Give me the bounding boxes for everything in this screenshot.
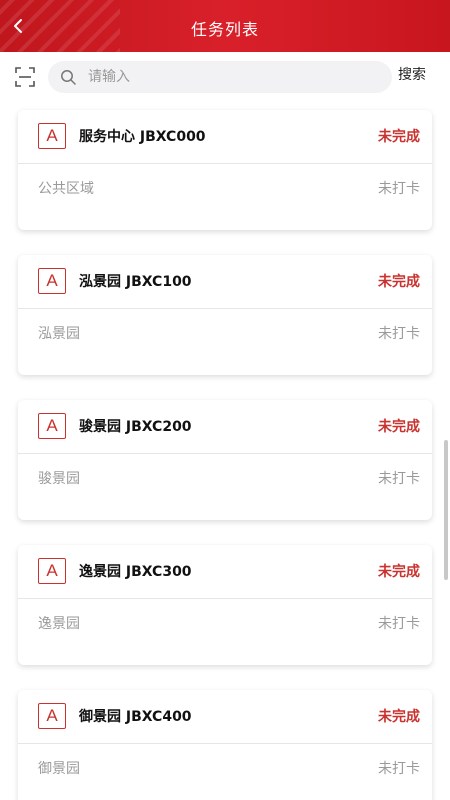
task-status: 未完成	[378, 564, 420, 580]
task-area: 公共区域	[38, 181, 94, 197]
task-name: 泓景园 JBXC100	[79, 274, 192, 290]
checkin-status: 未打卡	[378, 471, 420, 487]
page-title: 任务列表	[190, 20, 259, 39]
task-card-header: A 御景园 JBXC400 未完成	[18, 690, 432, 744]
task-area: 御景园	[38, 761, 80, 777]
task-card-header: A 骏景园 JBXC200 未完成	[18, 400, 432, 454]
task-name: 御景园 JBXC400	[79, 709, 192, 725]
level-badge: A	[38, 123, 66, 149]
checkin-status: 未打卡	[378, 326, 420, 342]
task-status: 未完成	[378, 419, 420, 435]
task-card[interactable]: A 逸景园 JBXC300 未完成 逸景园 未打卡	[18, 545, 432, 665]
search-box	[48, 61, 392, 93]
task-name: 服务中心 JBXC000	[79, 129, 206, 145]
task-status: 未完成	[378, 129, 420, 145]
scan-button[interactable]	[14, 66, 36, 88]
task-card-header: A 逸景园 JBXC300 未完成	[18, 545, 432, 599]
checkin-status: 未打卡	[378, 616, 420, 632]
scan-icon	[15, 67, 35, 87]
scrollbar[interactable]	[444, 440, 448, 580]
level-badge: A	[38, 558, 66, 584]
checkin-status: 未打卡	[378, 181, 420, 197]
level-badge: A	[38, 703, 66, 729]
level-badge: A	[38, 413, 66, 439]
task-area: 逸景园	[38, 616, 80, 632]
search-bar: 搜索	[0, 58, 450, 94]
search-button[interactable]: 搜索	[398, 58, 426, 94]
task-card[interactable]: A 泓景园 JBXC100 未完成 泓景园 未打卡	[18, 255, 432, 375]
task-status: 未完成	[378, 274, 420, 290]
checkin-status: 未打卡	[378, 761, 420, 777]
task-area: 骏景园	[38, 471, 80, 487]
task-area: 泓景园	[38, 326, 80, 342]
task-name: 骏景园 JBXC200	[79, 419, 192, 435]
task-card[interactable]: A 御景园 JBXC400 未完成 御景园 未打卡	[18, 690, 432, 800]
search-input[interactable]	[88, 61, 378, 93]
task-card-header: A 泓景园 JBXC100 未完成	[18, 255, 432, 309]
level-badge: A	[38, 268, 66, 294]
task-card[interactable]: A 骏景园 JBXC200 未完成 骏景园 未打卡	[18, 400, 432, 520]
task-status: 未完成	[378, 709, 420, 725]
search-icon	[61, 70, 76, 85]
task-card-header: A 服务中心 JBXC000 未完成	[18, 110, 432, 164]
task-card[interactable]: A 服务中心 JBXC000 未完成 公共区域 未打卡	[18, 110, 432, 230]
app-header: 任务列表	[0, 0, 450, 52]
task-list: A 服务中心 JBXC000 未完成 公共区域 未打卡 A 泓景园 JBXC10…	[18, 110, 432, 800]
task-name: 逸景园 JBXC300	[79, 564, 192, 580]
